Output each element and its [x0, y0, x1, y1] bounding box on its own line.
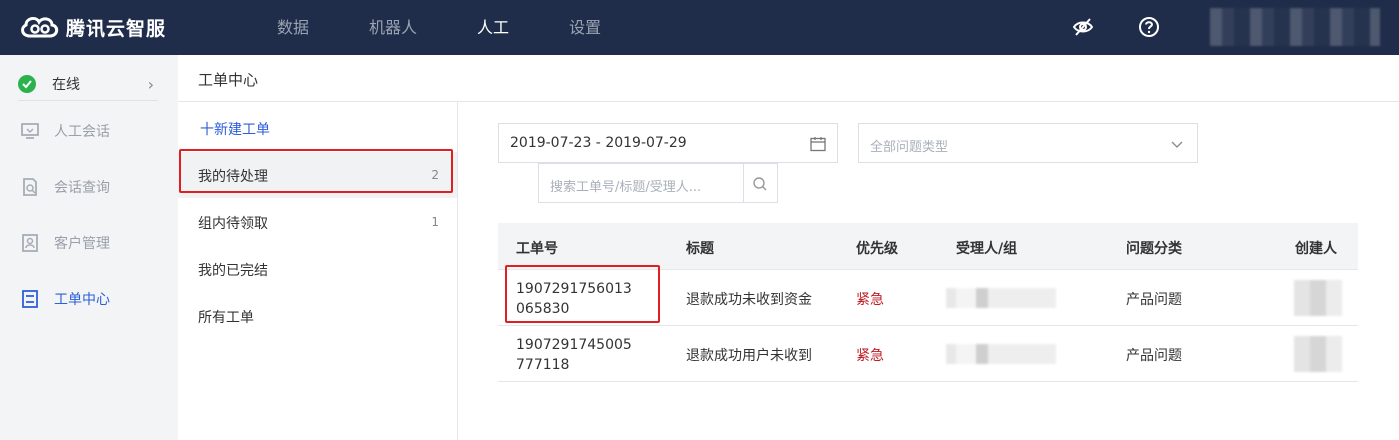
sidebar-item-label: 客户管理 [54, 236, 110, 252]
chat-monitor-icon [21, 123, 39, 139]
document-search-icon [23, 178, 37, 196]
status-label: 在线 [52, 76, 80, 93]
ticket-priority: 紧急 [856, 292, 884, 308]
creator-blurred [1294, 280, 1342, 316]
ticket-title: 退款成功未收到资金 [686, 292, 812, 308]
creator-blurred [1294, 336, 1342, 372]
ticket-nav-label: 我的待处理 [198, 169, 268, 185]
ticket-nav-label: 所有工单 [198, 310, 254, 326]
sidebar-item-session-query[interactable]: 会话查询 [20, 172, 170, 202]
ticket-nav-item-my-completed[interactable]: 我的已完结 [178, 246, 457, 292]
ticket-id[interactable]: 1907291745005777118 [516, 335, 636, 375]
ticket-title: 退款成功用户未收到 [686, 348, 812, 364]
ticket-id[interactable]: 1907291756013065830 [516, 279, 636, 319]
sidebar-item-human-chat[interactable]: 人工会话 [20, 116, 170, 146]
date-range-picker[interactable]: 2019-07-23 - 2019-07-29 [498, 123, 838, 163]
calendar-icon [810, 137, 826, 152]
issue-type-select[interactable]: 全部问题类型 [858, 123, 1198, 163]
table-row[interactable]: 1907291745005777118 退款成功用户未收到 紧急 产品问题 [498, 326, 1358, 382]
column-header-category[interactable]: 问题分类 [1126, 238, 1182, 258]
nav-item-human[interactable]: 人工 [477, 0, 509, 55]
user-account-blurred[interactable] [1210, 8, 1380, 46]
cloud-logo-icon [21, 16, 59, 38]
chevron-right-icon: › [147, 75, 154, 94]
search-icon[interactable] [751, 175, 769, 193]
assignee-blurred [946, 288, 1056, 308]
ticket-nav-item-my-pending[interactable]: 我的待处理 2 [178, 152, 457, 198]
help-icon[interactable] [1138, 16, 1160, 38]
column-header-assignee[interactable]: 受理人/组 [956, 238, 1017, 258]
ticket-nav: 十新建工单 我的待处理 2 组内待领取 1 我的已完结 所有工单 [178, 102, 458, 440]
ticket-priority: 紧急 [856, 348, 884, 364]
chevron-down-icon [1171, 141, 1183, 148]
ticket-nav-count: 2 [431, 168, 439, 182]
column-header-ticket-id[interactable]: 工单号 [516, 238, 558, 258]
eye-off-icon[interactable] [1072, 16, 1094, 38]
ticket-category: 产品问题 [1126, 348, 1182, 364]
ticket-nav-item-all[interactable]: 所有工单 [178, 293, 457, 339]
page-title: 工单中心 [198, 71, 259, 89]
status-selector[interactable]: 在线 › [18, 67, 158, 101]
online-check-icon [18, 74, 36, 93]
column-header-creator[interactable]: 创建人 [1295, 238, 1337, 258]
nav-item-settings[interactable]: 设置 [569, 0, 601, 55]
search-input[interactable]: 搜索工单号/标题/受理人... [538, 163, 778, 203]
nav-item-robot[interactable]: 机器人 [369, 0, 417, 55]
assignee-blurred [946, 344, 1056, 364]
ticket-nav-label: 我的已完结 [198, 263, 268, 279]
table-row[interactable]: 1907291756013065830 退款成功未收到资金 紧急 产品问题 [498, 270, 1358, 326]
table-header: 工单号 标题 优先级 受理人/组 问题分类 创建人 [498, 223, 1358, 270]
sidebar-item-label: 工单中心 [54, 292, 110, 308]
nav-item-data[interactable]: 数据 [277, 0, 309, 55]
sidebar-item-ticket-center[interactable]: 工单中心 [20, 284, 170, 314]
column-header-title[interactable]: 标题 [686, 238, 714, 258]
top-bar: 腾讯云智服 数据 机器人 人工 设置 [0, 0, 1399, 55]
date-range-value: 2019-07-23 - 2019-07-29 [510, 135, 687, 151]
main-nav: 数据 机器人 人工 设置 [277, 0, 661, 55]
search-divider [743, 164, 744, 202]
ticket-nav-item-group-unclaimed[interactable]: 组内待领取 1 [178, 199, 457, 245]
sidebar-item-label: 人工会话 [54, 124, 110, 140]
sidebar-item-label: 会话查询 [54, 180, 110, 196]
search-placeholder: 搜索工单号/标题/受理人... [550, 180, 702, 195]
ticket-nav-count: 1 [431, 215, 439, 229]
page-header: 工单中心 [178, 55, 1399, 102]
issue-type-placeholder: 全部问题类型 [870, 140, 949, 155]
ticket-category: 产品问题 [1126, 292, 1182, 308]
ticket-list-icon [22, 290, 38, 308]
sidebar-item-customer-management[interactable]: 客户管理 [20, 228, 170, 258]
brand[interactable]: 腾讯云智服 [18, 12, 166, 42]
sidebar: 在线 › 人工会话 会话查询 客户管理 工单中心 [0, 55, 178, 440]
column-header-priority[interactable]: 优先级 [856, 238, 898, 258]
new-ticket-button[interactable]: 十新建工单 [200, 119, 270, 139]
ticket-nav-label: 组内待领取 [198, 216, 268, 232]
brand-name: 腾讯云智服 [66, 17, 167, 40]
contact-card-icon [22, 234, 38, 252]
